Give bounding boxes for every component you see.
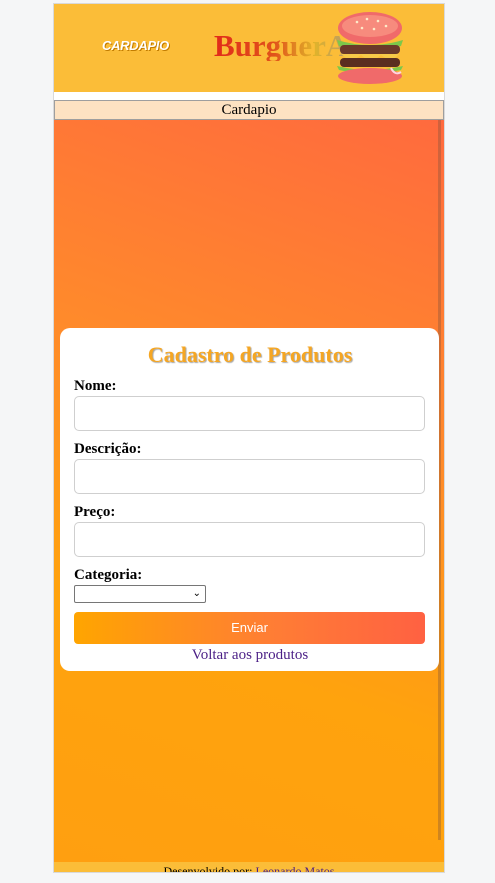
burger-icon (337, 12, 403, 84)
back-to-products-link[interactable]: Voltar aos produtos (74, 647, 426, 664)
form-title: Cadastro de Produtos (147, 342, 353, 367)
description-label: Descrição: (74, 441, 142, 457)
description-input[interactable] (74, 459, 425, 494)
app-window: CARDAPIO BurguerA Cardapio Cadastro de P… (53, 3, 445, 873)
footer: Desenvolvido por: Leonardo Matos (54, 862, 444, 873)
brand-title: BurguerA (214, 28, 349, 63)
product-form-card: Cadastro de Produtos Nome: Descrição: Pr… (60, 328, 439, 671)
cardapio-logo[interactable]: CARDAPIO (102, 38, 169, 53)
header: CARDAPIO BurguerA (54, 4, 444, 92)
category-select[interactable]: ⌄ (74, 585, 206, 603)
price-input[interactable] (74, 522, 425, 557)
chevron-down-icon: ⌄ (192, 588, 201, 599)
footer-text: Desenvolvido por: (163, 864, 253, 873)
submit-button[interactable]: Enviar (74, 612, 425, 644)
category-label: Categoria: (74, 567, 143, 583)
name-label: Nome: (74, 378, 117, 394)
page-title-bar: Cardapio (54, 100, 444, 120)
price-label: Preço: (74, 504, 116, 520)
author-link[interactable]: Leonardo Matos (256, 864, 335, 872)
main-content: Cadastro de Produtos Nome: Descrição: Pr… (54, 120, 444, 862)
name-input[interactable] (74, 396, 425, 431)
